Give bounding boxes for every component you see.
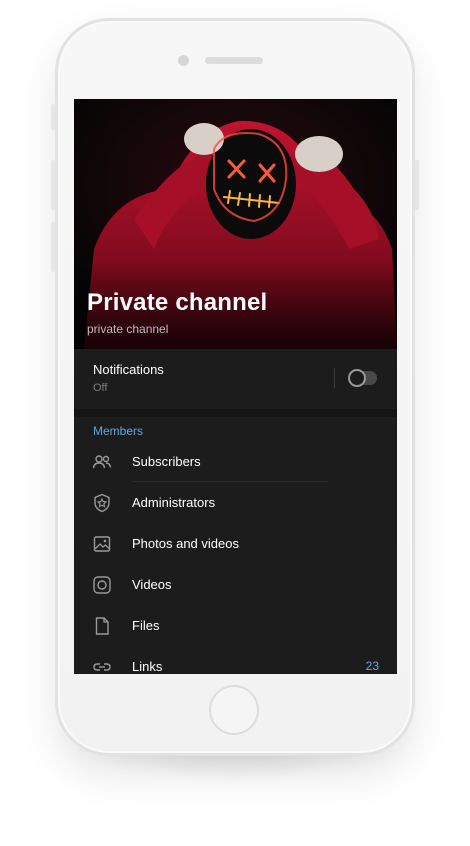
phone-screen: Private channel private channel Notifica… (74, 99, 397, 674)
file-icon (95, 617, 109, 635)
mockup-page: Private channel private channel Notifica… (0, 0, 470, 846)
members-section-header: Members (93, 424, 144, 438)
home-button[interactable] (209, 685, 259, 735)
section-divider (74, 409, 397, 417)
menu-item-label: Subscribers (132, 454, 201, 469)
notifications-value: Off (93, 382, 108, 394)
divider (334, 368, 335, 388)
menu-item-links[interactable]: Links 23 (74, 646, 397, 674)
notifications-toggle[interactable] (348, 369, 377, 387)
power-button (415, 160, 419, 210)
menu-item-label: Administrators (132, 495, 216, 510)
mute-switch (51, 104, 55, 130)
menu-item-label: Photos and videos (132, 536, 239, 551)
link-icon (93, 663, 111, 671)
menu-item-photos-and-videos[interactable]: Photos and videos (74, 523, 397, 564)
menu-item-subscribers[interactable]: Subscribers (74, 441, 397, 482)
links-count: 23 (365, 659, 379, 673)
toggle-knob (348, 369, 366, 387)
notifications-label: Notifications (93, 362, 164, 377)
volume-down-button (51, 222, 55, 272)
menu-item-label: Videos (132, 577, 172, 592)
volume-up-button (51, 160, 55, 210)
channel-title: Private channel (87, 289, 268, 316)
menu-item-label: Links (132, 659, 163, 674)
image-icon (93, 536, 111, 552)
front-camera (178, 55, 189, 66)
menu-item-files[interactable]: Files (74, 605, 397, 646)
earpiece-speaker (205, 57, 263, 64)
people-icon (92, 455, 112, 469)
menu-item-videos[interactable]: Videos (74, 564, 397, 605)
menu-item-label: Files (132, 618, 160, 633)
shield-star-icon (94, 493, 110, 513)
channel-subtitle: private channel (87, 322, 169, 336)
video-circle-icon (93, 576, 111, 594)
menu-item-administrators[interactable]: Administrators (74, 482, 397, 523)
channel-cover-image: Private channel private channel (74, 99, 397, 349)
